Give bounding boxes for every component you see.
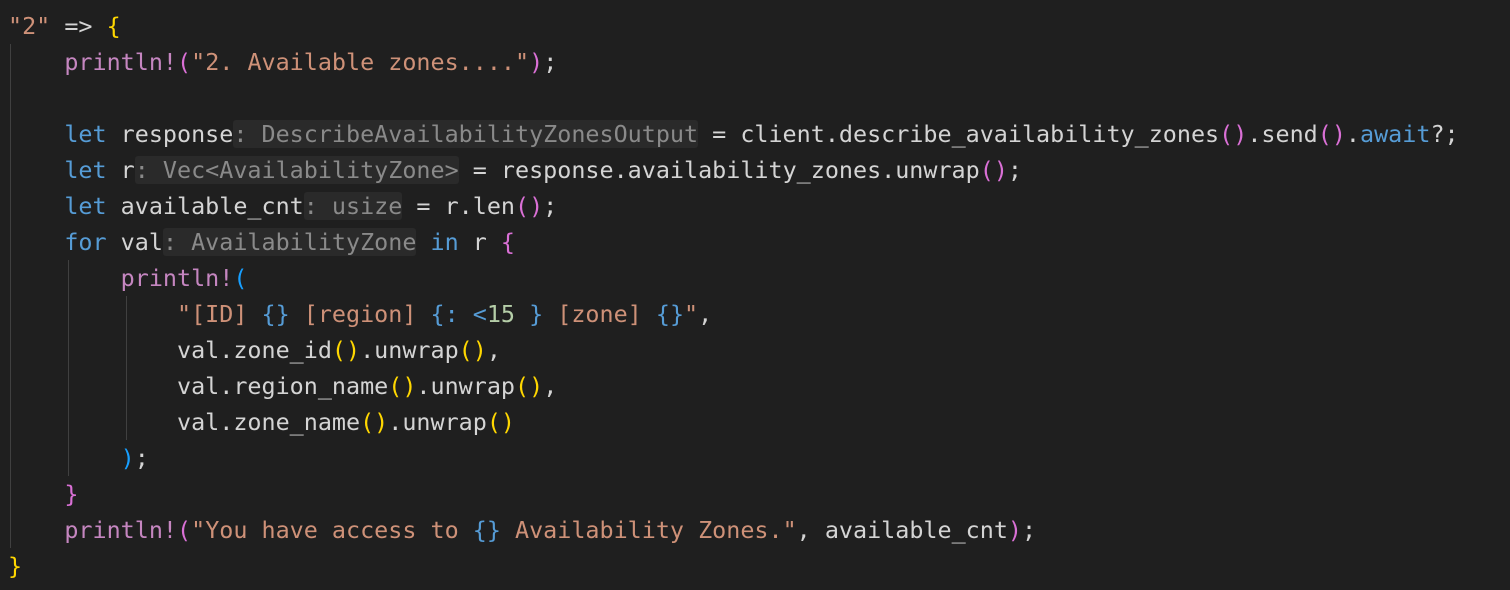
code-line-5: let r: Vec<AvailabilityZone> = response.… [64,156,1022,184]
code-line-6: let available_cnt: usize = r.len(); [64,192,558,220]
code-line-1: "2" => { [8,12,121,40]
code-line-12: val.zone_name().unwrap() [177,408,516,436]
code-line-2: println!("2. Available zones...."); [64,48,558,76]
code-editor[interactable]: "2" => { println!("2. Available zones...… [0,0,1510,590]
code-line-13: ); [120,444,149,472]
type-hint: : AvailabilityZone [162,228,417,256]
code-line-16: } [8,552,23,580]
code-line-8: println!( [120,264,248,292]
code-line-4: let response: DescribeAvailabilityZonesO… [64,120,1459,148]
code-block[interactable]: "2" => { println!("2. Available zones...… [8,8,1459,584]
code-line-10: val.zone_id().unwrap(), [177,336,501,364]
code-line-14: } [64,480,79,508]
type-hint: : usize [303,192,403,220]
type-hint: : DescribeAvailabilityZonesOutput [233,120,699,148]
type-hint: : Vec<AvailabilityZone> [134,156,459,184]
code-line-9: "[ID] {} [region] {: <15 } [zone] {}", [177,300,713,328]
code-line-7: for val: AvailabilityZone in r { [64,228,516,256]
code-line-15: println!("You have access to {} Availabi… [64,516,1037,544]
code-line-11: val.region_name().unwrap(), [177,372,558,400]
